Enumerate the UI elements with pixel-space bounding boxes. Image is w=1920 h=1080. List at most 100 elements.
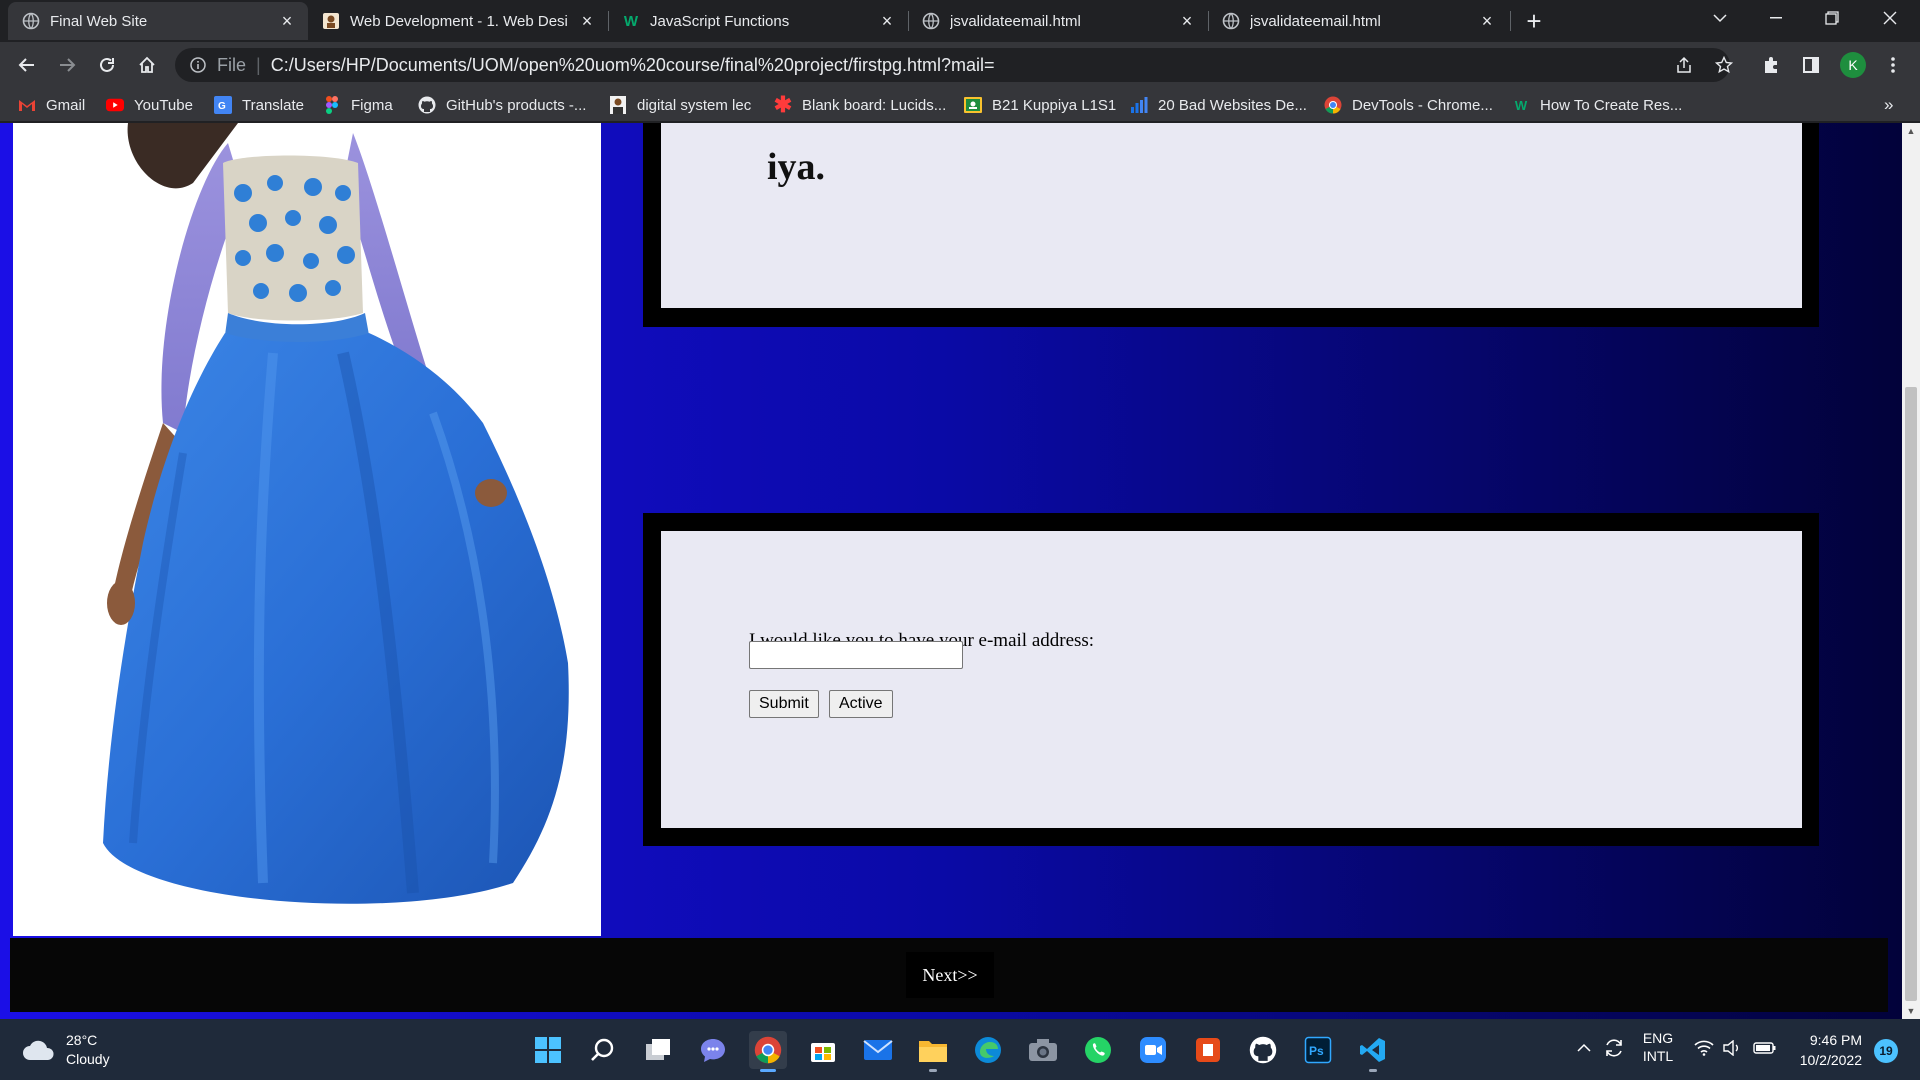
bookmark-lucidspark[interactable]: ✱ Blank board: Lucids... — [773, 92, 947, 117]
bookmark-star-icon[interactable] — [1712, 53, 1736, 77]
svg-text:Ps: Ps — [1309, 1044, 1324, 1058]
language-indicator[interactable]: ENG INTL — [1640, 1029, 1676, 1065]
info-icon[interactable] — [189, 56, 207, 74]
course-icon — [322, 12, 340, 30]
tab-jsvalidateemail-1[interactable]: jsvalidateemail.html × — [908, 2, 1208, 40]
chart-icon — [1130, 96, 1148, 114]
weather-condition: Cloudy — [66, 1051, 110, 1067]
bookmark-kuppiya[interactable]: B21 Kuppiya L1S1 — [964, 94, 1116, 116]
classroom-icon — [964, 96, 982, 114]
active-button[interactable]: Active — [829, 690, 893, 718]
side-panel-button[interactable] — [1794, 48, 1828, 82]
profile-avatar[interactable]: K — [1840, 52, 1866, 78]
minimize-button[interactable] — [1750, 0, 1802, 36]
bookmark-translate[interactable]: G Translate — [214, 94, 304, 116]
bookmark-label: Blank board: Lucids... — [802, 96, 947, 114]
close-icon[interactable]: × — [278, 11, 296, 31]
tab-strip: Final Web Site × Web Development - 1. We… — [0, 0, 1920, 42]
email-input[interactable] — [749, 641, 963, 669]
asterisk-icon: ✱ — [773, 92, 793, 117]
taskbar-file-explorer[interactable] — [914, 1031, 952, 1072]
page-footer: Next>> — [10, 938, 1888, 1012]
taskbar-teams-chat[interactable] — [694, 1031, 732, 1069]
url-separator: | — [256, 54, 261, 75]
tab-final-web-site[interactable]: Final Web Site × — [8, 2, 308, 40]
globe-icon — [1222, 12, 1240, 30]
taskbar-photoshop[interactable]: Ps — [1299, 1031, 1337, 1069]
tab-search-button[interactable] — [1694, 0, 1746, 36]
scroll-down-icon[interactable]: ▼ — [1902, 1003, 1920, 1019]
translate-icon: G — [214, 96, 232, 114]
submit-button[interactable]: Submit — [749, 690, 819, 718]
close-icon[interactable]: × — [1178, 11, 1196, 31]
forward-button[interactable] — [50, 48, 84, 82]
bookmark-youtube[interactable]: YouTube — [106, 94, 193, 116]
clock-time: 9:46 PM — [1809, 1032, 1862, 1048]
intro-heading: iya. — [767, 146, 826, 188]
menu-button[interactable] — [1876, 48, 1910, 82]
taskbar-store[interactable] — [804, 1031, 842, 1069]
bookmark-label: B21 Kuppiya L1S1 — [992, 96, 1117, 114]
system-clock[interactable]: 9:46 PM 10/2/2022 — [1790, 1030, 1862, 1070]
bookmark-how-to-create[interactable]: W How To Create Res... — [1512, 94, 1682, 116]
taskbar-whatsapp[interactable] — [1079, 1031, 1117, 1069]
notification-badge[interactable]: 19 — [1874, 1039, 1898, 1063]
start-button[interactable] — [529, 1031, 567, 1069]
email-form-card: I would like you to have your e-mail add… — [643, 513, 1819, 846]
bookmark-label: How To Create Res... — [1540, 96, 1683, 114]
scrollbar-thumb[interactable] — [1905, 387, 1917, 1001]
taskbar-zoom[interactable] — [1134, 1031, 1172, 1069]
close-icon[interactable]: × — [578, 11, 596, 31]
taskbar-github[interactable] — [1244, 1031, 1282, 1069]
sync-icon[interactable] — [1602, 1033, 1626, 1063]
chevron-down-icon — [1713, 14, 1727, 23]
bookmarks-overflow-button[interactable]: » — [1884, 94, 1893, 116]
back-button[interactable] — [10, 48, 44, 82]
restore-icon — [1825, 11, 1839, 25]
bookmark-bad-websites[interactable]: 20 Bad Websites De... — [1130, 94, 1307, 116]
photoshop-icon: Ps — [1304, 1036, 1332, 1064]
new-tab-button[interactable]: + — [1520, 6, 1548, 36]
taskbar-chrome[interactable] — [749, 1031, 787, 1072]
taskbar-vscode[interactable] — [1354, 1031, 1392, 1072]
close-window-button[interactable] — [1864, 0, 1916, 36]
next-button[interactable]: Next>> — [906, 952, 994, 998]
bookmark-github[interactable]: GitHub's products -... — [418, 94, 586, 116]
tab-web-development[interactable]: Web Development - 1. Web Desi × — [308, 2, 608, 40]
reload-button[interactable] — [90, 48, 124, 82]
show-hidden-icons[interactable] — [1574, 1033, 1594, 1063]
reload-icon — [100, 57, 114, 72]
taskbar-office[interactable] — [1189, 1031, 1227, 1069]
edge-icon — [975, 1037, 1001, 1063]
weather-widget[interactable]: 28°C Cloudy — [22, 1031, 110, 1069]
home-button[interactable] — [130, 48, 164, 82]
extensions-button[interactable] — [1754, 48, 1788, 82]
wifi-icon[interactable] — [1692, 1033, 1716, 1063]
taskbar-task-view[interactable] — [639, 1031, 677, 1069]
taskbar-camera[interactable] — [1024, 1031, 1062, 1069]
address-bar[interactable]: File | C:/Users/HP/Documents/UOM/open%20… — [175, 48, 1733, 82]
close-icon[interactable]: × — [1478, 11, 1496, 31]
taskbar-mail[interactable] — [859, 1031, 897, 1069]
scroll-up-icon[interactable]: ▲ — [1902, 123, 1920, 139]
restore-button[interactable] — [1806, 0, 1858, 36]
share-icon[interactable] — [1672, 53, 1696, 77]
taskbar-edge[interactable] — [969, 1031, 1007, 1069]
tab-javascript-functions[interactable]: W JavaScript Functions × — [608, 2, 908, 40]
windows-taskbar: 28°C Cloudy Ps ENG INTL 9:46 PM 10/2/202… — [0, 1019, 1920, 1080]
url-scheme: File — [217, 54, 247, 75]
bookmark-digital-system[interactable]: digital system lec — [609, 94, 751, 116]
close-icon[interactable]: × — [878, 11, 896, 31]
taskbar-search[interactable] — [584, 1031, 622, 1069]
bookmark-figma[interactable]: Figma — [323, 94, 393, 116]
task-view-icon — [646, 1039, 670, 1060]
url-text[interactable]: C:/Users/HP/Documents/UOM/open%20uom%20c… — [271, 55, 995, 76]
battery-icon[interactable] — [1752, 1033, 1778, 1063]
tab-jsvalidateemail-2[interactable]: jsvalidateemail.html × — [1208, 2, 1508, 40]
page-scrollbar[interactable]: ▲ ▼ — [1902, 123, 1920, 1019]
bookmark-gmail[interactable]: Gmail — [18, 94, 85, 116]
bookmark-label: Figma — [351, 96, 393, 114]
tab-title: jsvalidateemail.html — [1250, 12, 1381, 30]
volume-icon[interactable] — [1720, 1033, 1744, 1063]
bookmark-devtools[interactable]: DevTools - Chrome... — [1324, 94, 1493, 116]
